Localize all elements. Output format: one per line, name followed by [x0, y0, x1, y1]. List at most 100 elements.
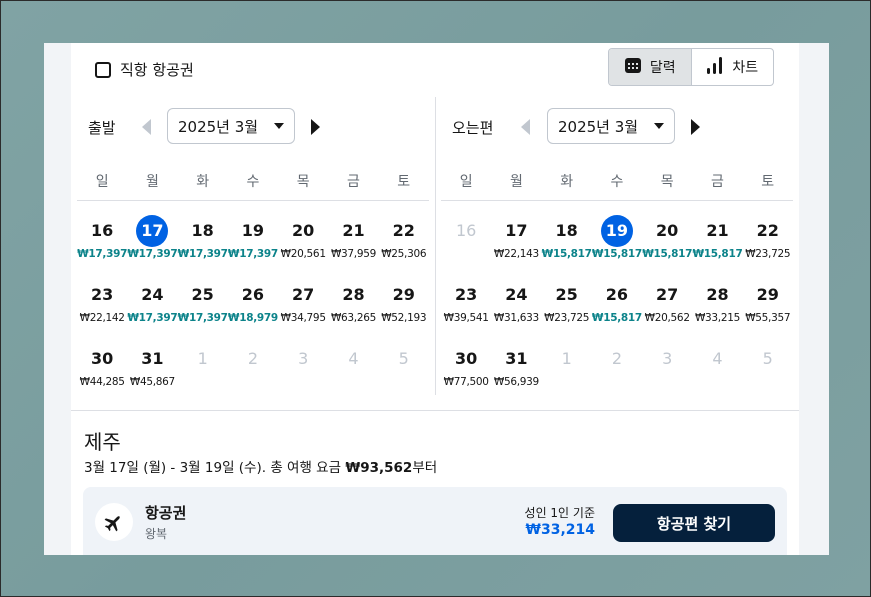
- calendar-day[interactable]: 27 ₩34,795: [278, 273, 328, 337]
- day-number: 16: [455, 221, 477, 240]
- weekday-label: 목: [660, 174, 674, 190]
- outbound-grid: 16 ₩17,397 17 ₩17,397 18 ₩17,397 19 ₩17,397 20 ₩2…: [77, 209, 429, 401]
- calendar-day[interactable]: 24 ₩17,397: [127, 273, 177, 337]
- day-number: 26: [605, 285, 629, 304]
- day-number: 31: [141, 349, 164, 368]
- calendar-day[interactable]: 30 ₩77,500: [441, 337, 491, 401]
- calendar-week-row: 30 ₩77,500 31 ₩56,939 1 2 3 4 5: [441, 337, 793, 401]
- weekday-label: 수: [246, 174, 260, 190]
- day-number: 4: [348, 349, 359, 368]
- calendar-day: 2: [228, 337, 278, 401]
- calendar-day[interactable]: 17 ₩22,143: [491, 209, 541, 273]
- outbound-weekdays: 일월화수목금토: [77, 171, 429, 201]
- calendar-day-selected[interactable]: 17 ₩17,397: [127, 209, 178, 273]
- trip-total-price: ₩93,562: [345, 460, 413, 476]
- calendar-day[interactable]: 18 ₩17,397: [178, 209, 228, 273]
- calendar-day[interactable]: 25 ₩17,397: [178, 273, 228, 337]
- day-number: 23: [454, 285, 478, 304]
- return-calendar: 오는편 2025년 3월 일 월 화 수 목 금 토 16 17 ₩22,143 18 ₩15,81…: [441, 107, 793, 393]
- find-flights-button[interactable]: 항공편 찾기: [613, 504, 775, 542]
- outbound-prev-month-button[interactable]: [142, 119, 151, 135]
- day-number: 19: [241, 221, 265, 240]
- calendar-day-selected[interactable]: 19 ₩15,817: [592, 209, 642, 273]
- outbound-next-month-button[interactable]: [311, 119, 320, 135]
- calendar-day[interactable]: 18 ₩15,817: [542, 209, 592, 273]
- day-price: ₩15,817: [541, 248, 592, 260]
- day-price: ₩37,959: [330, 248, 376, 260]
- calendar-day[interactable]: 26 ₩18,979: [228, 273, 278, 337]
- calendar-day[interactable]: 23 ₩22,142: [77, 273, 127, 337]
- calendar-day[interactable]: 16 ₩17,397: [77, 209, 127, 273]
- calendar-day[interactable]: 26 ₩15,817: [592, 273, 642, 337]
- calendar-day[interactable]: 29 ₩52,193: [379, 273, 429, 337]
- day-number: 27: [656, 285, 679, 304]
- day-number: 29: [392, 285, 415, 304]
- day-price: ₩20,562: [644, 312, 690, 324]
- return-month-select[interactable]: 2025년 3월: [547, 108, 675, 144]
- weekday-label: 화: [196, 174, 210, 190]
- day-number: 22: [756, 221, 779, 240]
- day-number: 28: [706, 285, 729, 304]
- calendar-icon: [624, 56, 642, 78]
- calendar-week-row: 23 ₩22,142 24 ₩17,397 25 ₩17,397 26 ₩18,979 27 ₩3…: [77, 273, 429, 337]
- calendar-day[interactable]: 21 ₩15,817: [692, 209, 742, 273]
- day-number: 18: [191, 221, 214, 240]
- day-price: ₩15,817: [692, 248, 743, 260]
- day-price: ₩52,193: [381, 312, 427, 324]
- return-title: 오는편: [452, 119, 494, 137]
- day-price: ₩25,306: [381, 248, 427, 260]
- calendar-day[interactable]: 19 ₩17,397: [228, 209, 278, 273]
- calendar-day[interactable]: 20 ₩15,817: [642, 209, 692, 273]
- day-price: ₩39,541: [443, 312, 489, 324]
- calendar-day[interactable]: 28 ₩33,215: [692, 273, 742, 337]
- day-number: 20: [656, 221, 679, 240]
- day-number: 26: [241, 285, 265, 304]
- day-price: ₩23,725: [745, 248, 791, 260]
- return-prev-month-button[interactable]: [521, 119, 530, 135]
- day-price: ₩15,817: [591, 248, 642, 260]
- outbound-month-select[interactable]: 2025년 3월: [167, 108, 295, 144]
- day-price: ₩17,397: [177, 248, 228, 260]
- calendar-day[interactable]: 30 ₩44,285: [77, 337, 127, 401]
- calendar-day[interactable]: 25 ₩23,725: [542, 273, 592, 337]
- airplane-icon: [95, 503, 133, 541]
- calendar-week-row: 23 ₩39,541 24 ₩31,633 25 ₩23,725 26 ₩15,817 27 ₩2…: [441, 273, 793, 337]
- day-number: 19: [600, 215, 633, 247]
- calendar-day[interactable]: 27 ₩20,562: [642, 273, 692, 337]
- calendar-day[interactable]: 29 ₩55,357: [743, 273, 793, 337]
- calendar-view-button[interactable]: 달력: [609, 49, 691, 85]
- outbound-header: 출발 2025년 3월: [77, 107, 429, 145]
- calendar-day[interactable]: 31 ₩45,867: [127, 337, 177, 401]
- calendar-day[interactable]: 23 ₩39,541: [441, 273, 491, 337]
- weekday-label: 토: [397, 174, 411, 190]
- return-next-month-button[interactable]: [691, 119, 700, 135]
- outbound-title: 출발: [88, 119, 116, 137]
- day-price: ₩22,143: [493, 248, 539, 260]
- direct-flights-toggle[interactable]: 직항 항공권: [95, 59, 194, 80]
- chevron-down-icon: [274, 123, 284, 129]
- calendar-day[interactable]: 21 ₩37,959: [328, 209, 378, 273]
- day-price: ₩77,500: [443, 376, 489, 388]
- calendar-week-row: 16 ₩17,397 17 ₩17,397 18 ₩17,397 19 ₩17,397 20 ₩2…: [77, 209, 429, 273]
- direct-flights-checkbox[interactable]: [95, 61, 111, 78]
- calendar-day[interactable]: 28 ₩63,265: [328, 273, 378, 337]
- day-number: 17: [136, 215, 169, 247]
- day-price: ₩15,817: [642, 248, 693, 260]
- day-price: ₩20,561: [280, 248, 326, 260]
- calendar-card: 직항 항공권 달력 차트 출발 2025년 3월 일 월 화 수 목 금 토 1…: [71, 43, 799, 555]
- calendar-day: 4: [692, 337, 742, 401]
- price-basis: 성인 1인 기준: [524, 506, 595, 520]
- calendar-day[interactable]: 24 ₩31,633: [491, 273, 541, 337]
- return-weekdays: 일월화수목금토: [441, 171, 793, 201]
- calendar-day[interactable]: 22 ₩23,725: [743, 209, 793, 273]
- day-price: ₩33,215: [694, 312, 740, 324]
- chart-view-button[interactable]: 차트: [690, 49, 774, 85]
- day-number: 16: [90, 221, 114, 240]
- day-number: 30: [90, 349, 114, 368]
- calendar-day[interactable]: 22 ₩25,306: [379, 209, 429, 273]
- day-number: 2: [247, 349, 259, 368]
- calendar-day[interactable]: 20 ₩20,561: [278, 209, 328, 273]
- day-price: ₩17,397: [127, 312, 178, 324]
- day-number: 4: [712, 349, 723, 368]
- calendar-day[interactable]: 31 ₩56,939: [491, 337, 541, 401]
